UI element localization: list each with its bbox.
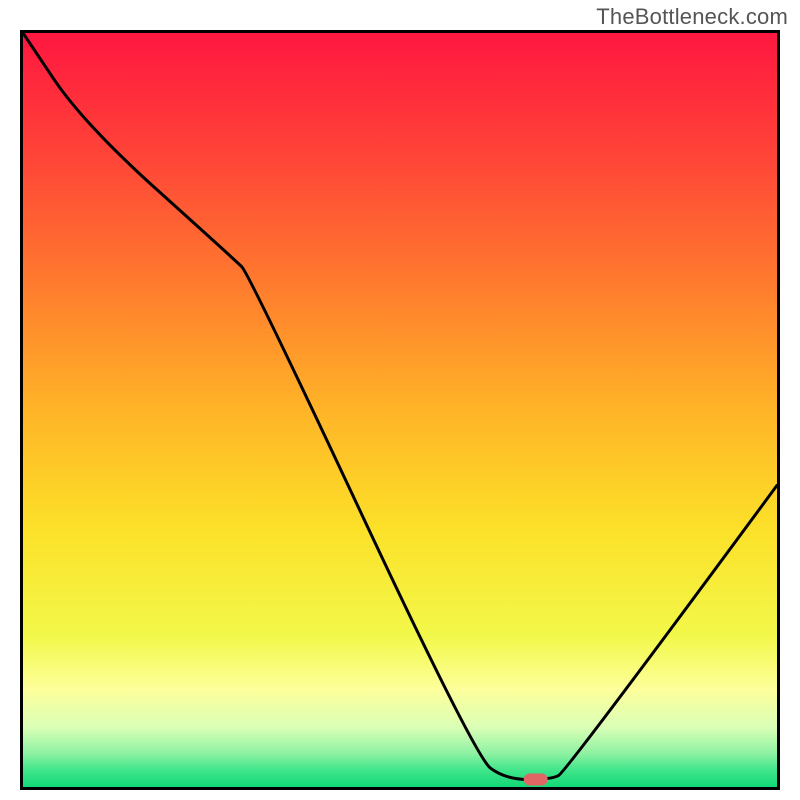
plot-frame [20, 30, 780, 790]
marker-pill [524, 774, 548, 786]
plot-svg [23, 33, 777, 787]
gradient-background [23, 33, 777, 787]
watermark-text: TheBottleneck.com [596, 4, 788, 30]
chart-container: TheBottleneck.com [0, 0, 800, 800]
